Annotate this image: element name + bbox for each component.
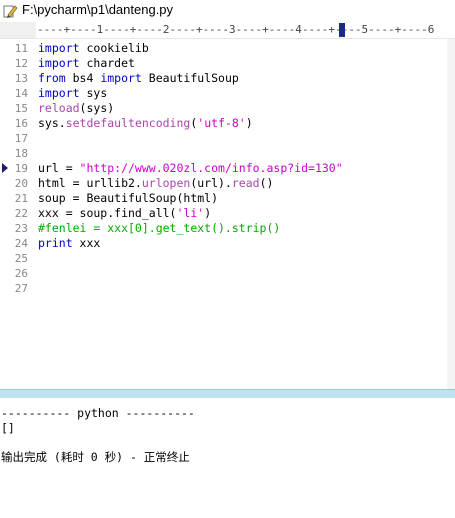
code-editor[interactable]: 11 12 13 14 15 16 17 18 19 20 21 22 23 24 25 26 27 impor… [0, 39, 455, 389]
code-token: import [38, 86, 80, 100]
code-line[interactable]: html = urllib2.urlopen(url).read() [38, 176, 273, 191]
ruler-scale: ----+----1----+----2----+----3----+----4… [37, 23, 435, 36]
file-edit-icon [3, 5, 18, 18]
code-token: urlopen [141, 176, 191, 190]
bookmark-marker-icon[interactable] [2, 163, 8, 173]
line-number: 12 [14, 57, 28, 70]
code-token: BeautifulSoup [141, 71, 239, 85]
code-token: 'li' [176, 206, 205, 220]
line-number: 11 [14, 42, 28, 55]
line-number: 16 [14, 117, 28, 130]
code-token: sys. [38, 116, 66, 130]
code-token: cookielib [79, 41, 149, 55]
code-token: print [38, 236, 73, 250]
code-line[interactable]: #fenlei = xxx[0].get_text().strip() [38, 221, 280, 236]
code-token: read [231, 176, 260, 190]
code-token: (sys) [79, 101, 115, 115]
line-number: 15 [14, 102, 28, 115]
title-bar: F:\pycharm\p1\danteng.py [0, 0, 455, 23]
line-number: 23 [14, 222, 28, 235]
line-number: 26 [14, 267, 28, 280]
code-token: "http://www.020zl.com/info.asp?id=130" [79, 161, 343, 175]
code-token: () [259, 176, 274, 190]
column-caret-marker [339, 23, 345, 37]
line-number-gutter: 11 12 13 14 15 16 17 18 19 20 21 22 23 24 25 26 27 [0, 39, 32, 389]
code-token: soup = BeautifulSoup(html) [38, 191, 219, 205]
code-token: xxx [72, 236, 101, 250]
line-number: 25 [14, 252, 28, 265]
vertical-scrollbar[interactable] [447, 39, 455, 391]
code-line[interactable]: xxx = soup.find_all('li') [38, 206, 211, 221]
code-token: import [38, 41, 80, 55]
code-line[interactable]: from bs4 import BeautifulSoup [38, 71, 239, 86]
line-number: 27 [14, 282, 28, 295]
code-token: import [100, 71, 142, 85]
code-line[interactable]: print xxx [38, 236, 100, 251]
output-result: [] [1, 421, 15, 435]
code-line[interactable]: import sys [38, 86, 107, 101]
code-token: from [38, 71, 66, 85]
code-token: ) [204, 206, 212, 220]
line-number: 22 [14, 207, 28, 220]
line-number: 20 [14, 177, 28, 190]
code-token: bs4 [65, 71, 101, 85]
code-token: reload [38, 101, 80, 115]
line-number: 13 [14, 72, 28, 85]
code-token: chardet [79, 56, 135, 70]
line-number: 24 [14, 237, 28, 250]
code-token: xxx = soup.find_all( [38, 206, 177, 220]
code-token: #fenlei = xxx[0].get_text().strip() [38, 221, 281, 235]
code-line[interactable]: soup = BeautifulSoup(html) [38, 191, 218, 206]
code-token: (url). [190, 176, 232, 190]
code-token: sys [79, 86, 108, 100]
code-token: url = [38, 161, 80, 175]
code-token: ) [245, 116, 253, 130]
code-line[interactable]: url = "http://www.020zl.com/info.asp?id=… [38, 161, 343, 176]
code-token: 'utf-8' [197, 116, 246, 130]
line-number: 18 [14, 147, 28, 160]
code-token: setdefaultencoding [65, 116, 191, 130]
column-ruler: ----+----1----+----2----+----3----+----4… [0, 22, 455, 39]
code-line[interactable]: reload(sys) [38, 101, 114, 116]
code-token: import [38, 56, 80, 70]
line-number: 14 [14, 87, 28, 100]
line-number: 17 [14, 132, 28, 145]
output-status: 输出完成 (耗时 0 秒) - 正常终止 [1, 450, 190, 464]
line-number: 21 [14, 192, 28, 205]
code-line[interactable]: import cookielib [38, 41, 149, 56]
code-line[interactable]: import chardet [38, 56, 135, 71]
output-header: ---------- python ---------- [1, 406, 195, 420]
code-token: html = urllib2. [38, 176, 142, 190]
window-title: F:\pycharm\p1\danteng.py [22, 2, 174, 17]
output-pane: ---------- python ---------- [] 输出完成 (耗时… [0, 398, 455, 518]
code-line[interactable]: sys.setdefaultencoding('utf-8') [38, 116, 253, 131]
